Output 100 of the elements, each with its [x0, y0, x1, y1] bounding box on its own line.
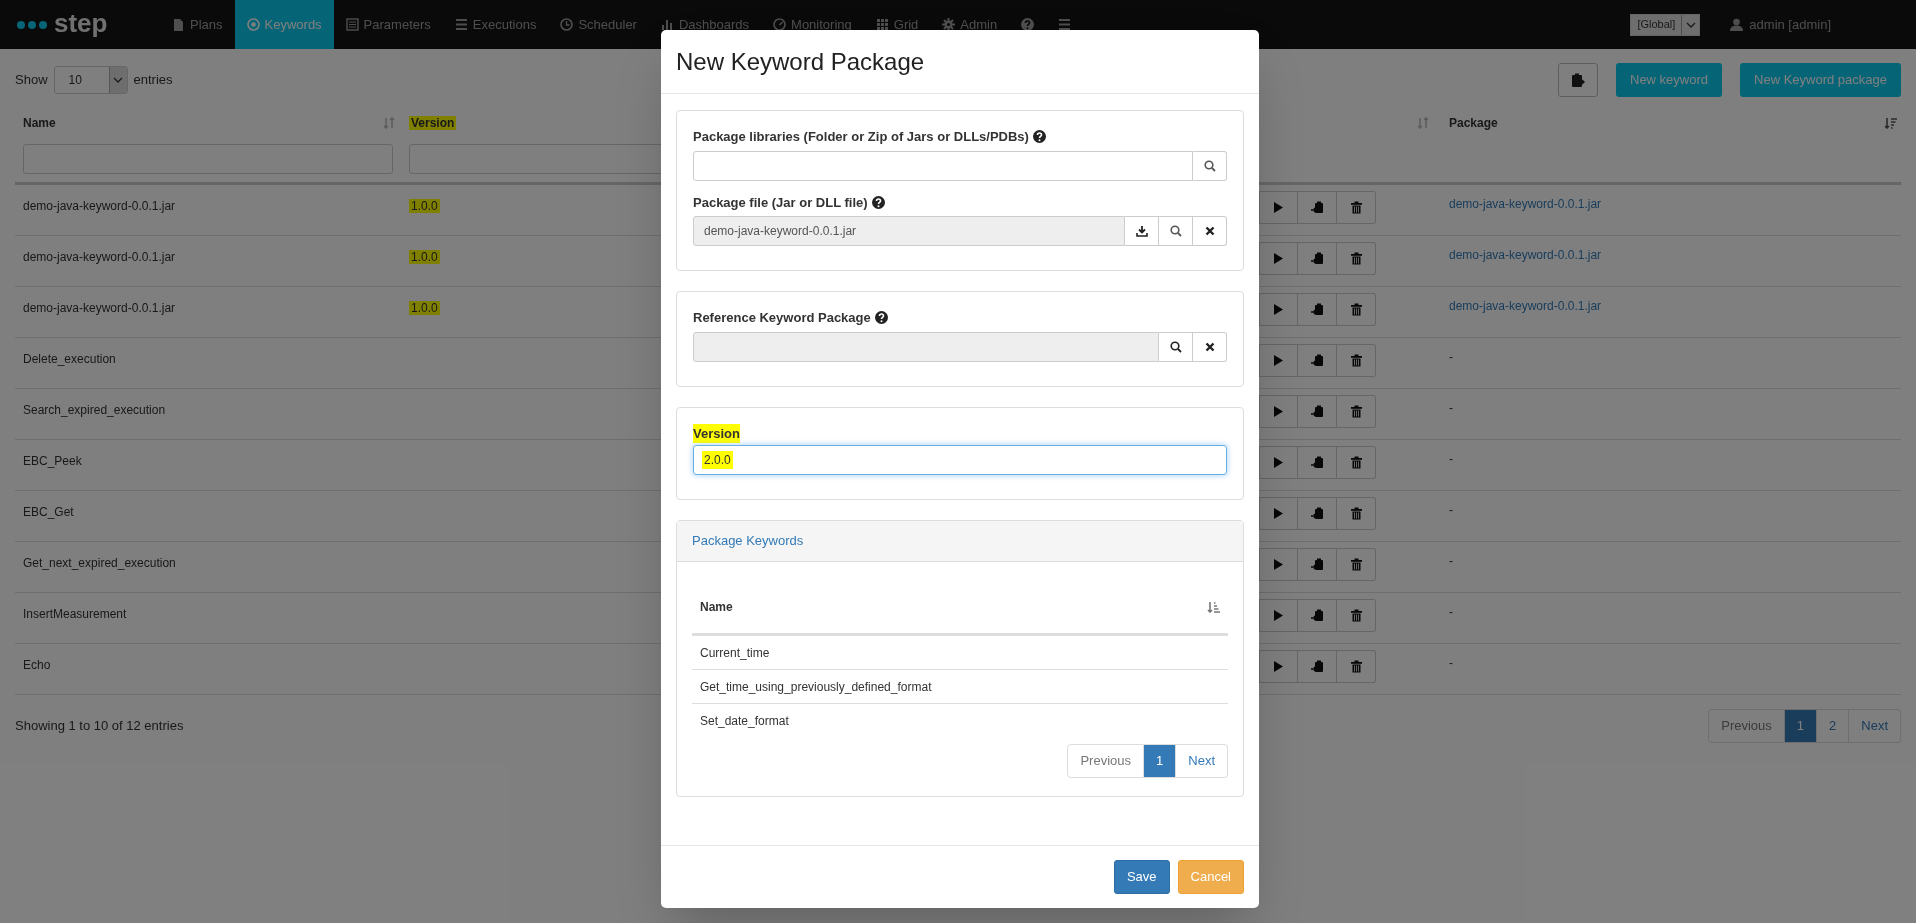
package-link[interactable]: demo-java-keyword-0.0.1.jar: [1449, 248, 1602, 262]
delete-icon: [1349, 354, 1363, 367]
export-button[interactable]: [1298, 395, 1337, 428]
nav-tab[interactable]: Scheduler: [548, 0, 649, 49]
play-button[interactable]: [1259, 344, 1298, 377]
play-button[interactable]: [1259, 650, 1298, 683]
delete-button[interactable]: [1337, 395, 1376, 428]
table-cell: 1.0.0: [409, 199, 440, 213]
import-button[interactable]: [1558, 63, 1598, 97]
delete-icon: [1349, 456, 1363, 469]
export-button[interactable]: [1298, 650, 1337, 683]
brand-name[interactable]: step: [54, 9, 108, 36]
column-header[interactable]: Version: [409, 116, 457, 130]
export-icon: [1310, 405, 1324, 418]
delete-button[interactable]: [1337, 191, 1376, 224]
table-cell: -: [1449, 452, 1453, 466]
search-icon: [1169, 340, 1182, 353]
modal-title: New Keyword Package: [676, 46, 925, 77]
search-button[interactable]: [1159, 216, 1193, 246]
sort-descending-icon[interactable]: [1884, 117, 1897, 129]
page-button[interactable]: Next: [1849, 709, 1901, 743]
save-button[interactable]: Save: [1113, 860, 1170, 894]
version-field[interactable]: 2.0.0: [693, 445, 1227, 475]
clear-button[interactable]: [1193, 331, 1227, 362]
nav-tab[interactable]: Executions: [442, 0, 549, 49]
page-size-select[interactable]: 10: [53, 66, 128, 94]
sort-ascending-icon[interactable]: [1207, 600, 1220, 613]
help-icon[interactable]: [874, 311, 888, 325]
nav-tab[interactable]: Keywords: [234, 0, 334, 49]
table-cell: -: [1449, 605, 1453, 619]
package-link[interactable]: demo-java-keyword-0.0.1.jar: [1449, 197, 1602, 211]
play-button[interactable]: [1259, 548, 1298, 581]
delete-button[interactable]: [1337, 650, 1376, 683]
page-button[interactable]: 1: [1144, 744, 1177, 778]
export-icon: [1310, 456, 1324, 469]
page-button[interactable]: 1: [1784, 709, 1818, 743]
menu-icon[interactable]: [1058, 18, 1072, 31]
scope-select[interactable]: [Global]: [1630, 13, 1701, 36]
export-button[interactable]: [1298, 497, 1337, 530]
page-button[interactable]: Previous: [1067, 744, 1145, 778]
play-icon: [1272, 354, 1285, 367]
export-button[interactable]: [1298, 599, 1337, 632]
cancel-button[interactable]: Cancel: [1177, 860, 1244, 894]
nav-tab[interactable]: Plans: [160, 0, 235, 49]
reference-package-field[interactable]: [693, 331, 1159, 362]
play-button[interactable]: [1259, 497, 1298, 530]
table-cell: EBC_Get: [23, 505, 74, 519]
play-button[interactable]: [1259, 395, 1298, 428]
new-item-button[interactable]: New Keyword package: [1740, 63, 1901, 97]
search-button[interactable]: [1159, 331, 1193, 362]
help-icon[interactable]: [1021, 18, 1035, 31]
delete-button[interactable]: [1337, 446, 1376, 479]
nav-tab[interactable]: Grid: [863, 0, 931, 49]
table-cell: 1.0.0: [409, 250, 440, 264]
export-button[interactable]: [1298, 293, 1337, 326]
user-menu[interactable]: admin [admin]: [1749, 14, 1831, 35]
table-cell: demo-java-keyword-0.0.1.jar: [23, 301, 176, 315]
export-icon: [1310, 609, 1324, 622]
field-label: Version: [693, 423, 740, 443]
libraries-field[interactable]: [693, 150, 1193, 181]
play-button[interactable]: [1259, 446, 1298, 479]
export-button[interactable]: [1298, 446, 1337, 479]
play-button[interactable]: [1259, 191, 1298, 224]
play-icon: [1272, 507, 1285, 520]
export-icon: [1310, 660, 1324, 673]
column-header[interactable]: Name: [700, 597, 733, 616]
play-button[interactable]: [1259, 242, 1298, 275]
search-button[interactable]: [1193, 150, 1227, 181]
export-button[interactable]: [1298, 344, 1337, 377]
export-button[interactable]: [1298, 191, 1337, 224]
page-button[interactable]: Previous: [1708, 709, 1785, 743]
export-button[interactable]: [1298, 548, 1337, 581]
name-filter-field[interactable]: [23, 143, 393, 174]
clear-button[interactable]: [1193, 216, 1227, 246]
column-header[interactable]: Name: [23, 114, 56, 132]
nav-tab[interactable]: Monitoring: [761, 0, 864, 49]
column-header[interactable]: Package: [1449, 114, 1498, 132]
page-button[interactable]: 2: [1817, 709, 1850, 743]
delete-button[interactable]: [1337, 599, 1376, 632]
delete-button[interactable]: [1337, 293, 1376, 326]
delete-button[interactable]: [1337, 344, 1376, 377]
help-icon[interactable]: [1032, 130, 1046, 144]
package-file-field[interactable]: demo-java-keyword-0.0.1.jar: [693, 216, 1125, 246]
download-button[interactable]: [1125, 216, 1159, 246]
step-logo-icon: [16, 19, 50, 30]
play-button[interactable]: [1259, 599, 1298, 632]
help-icon[interactable]: [871, 195, 885, 209]
delete-button[interactable]: [1337, 548, 1376, 581]
export-icon: [1310, 354, 1324, 367]
target-icon: [246, 18, 260, 31]
export-icon: [1310, 201, 1324, 214]
play-icon: [1272, 201, 1285, 214]
play-button[interactable]: [1259, 293, 1298, 326]
package-link[interactable]: demo-java-keyword-0.0.1.jar: [1449, 299, 1602, 313]
nav-tab[interactable]: Dashboards: [648, 0, 762, 49]
new-item-button[interactable]: New keyword: [1616, 63, 1723, 97]
delete-button[interactable]: [1337, 497, 1376, 530]
delete-button[interactable]: [1337, 242, 1376, 275]
export-button[interactable]: [1298, 242, 1337, 275]
page-button[interactable]: Next: [1176, 744, 1228, 778]
